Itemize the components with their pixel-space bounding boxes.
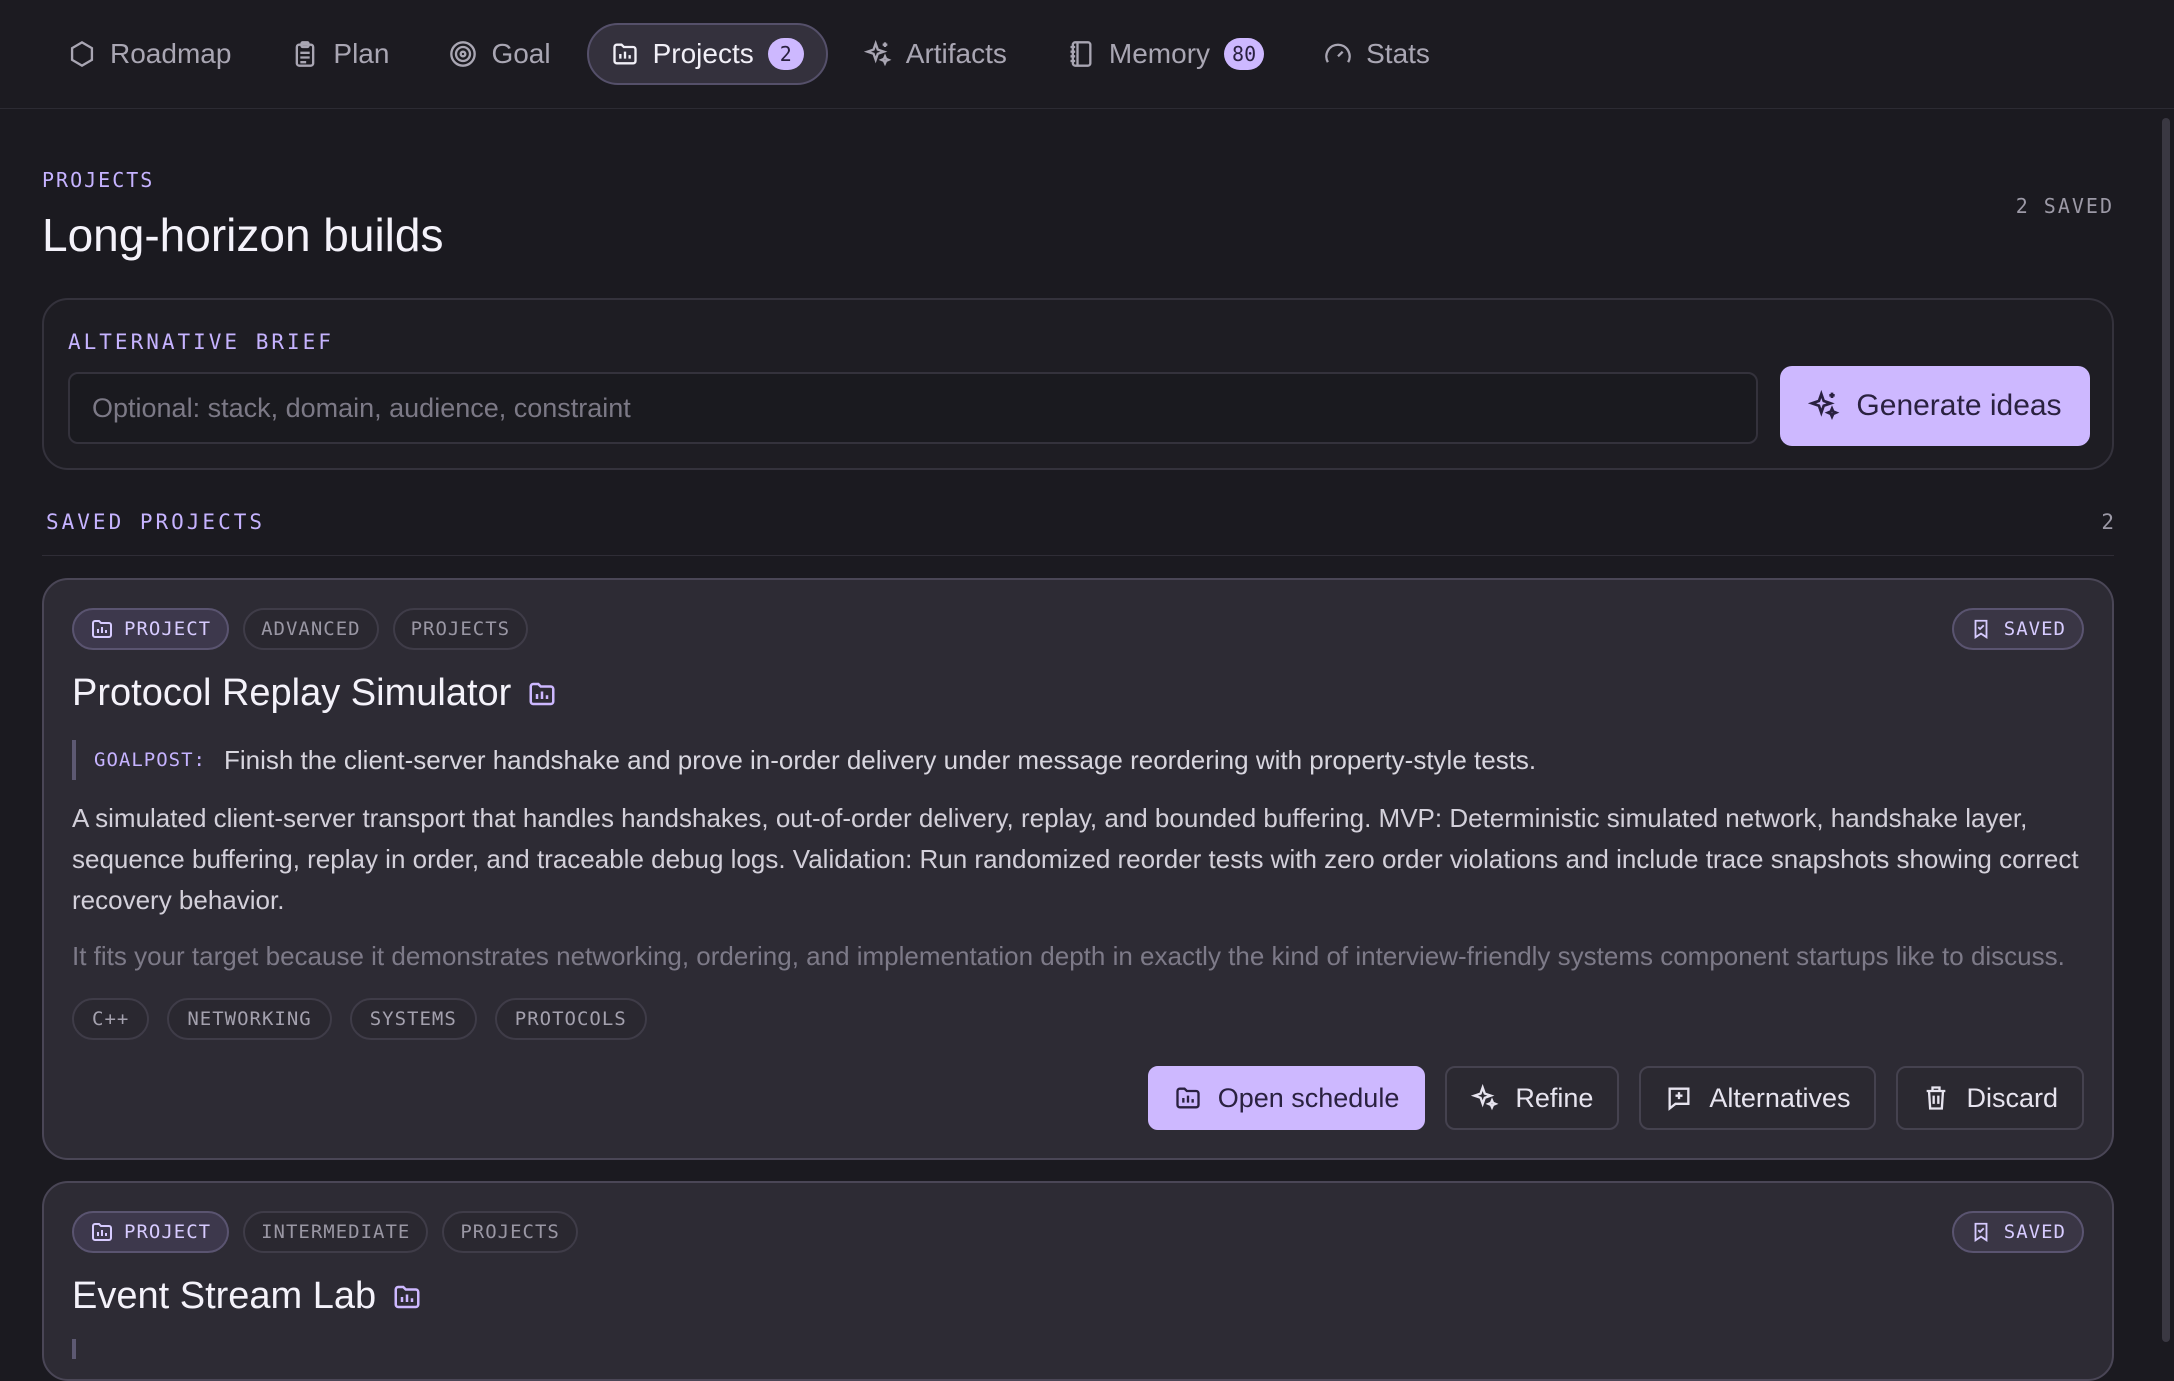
clipboard-icon <box>296 41 315 67</box>
refine-button[interactable]: Refine <box>1445 1066 1620 1130</box>
type-chip: PROJECT <box>72 608 230 650</box>
tag: C++ <box>72 998 150 1040</box>
tab-label: Artifacts <box>905 38 1007 69</box>
folder-icon <box>1176 1087 1200 1109</box>
saved-badge-label: SAVED <box>2003 618 2066 640</box>
type-chip-label: PROJECT <box>124 1221 212 1243</box>
project-actions: Open schedule Refine Alternatives Discar… <box>1147 1066 2084 1130</box>
type-chip-label: PROJECT <box>124 618 212 640</box>
project-title: Protocol Replay Simulator <box>72 672 557 715</box>
open-schedule-button[interactable]: Open schedule <box>1147 1066 1426 1130</box>
tab-plan[interactable]: Plan <box>267 23 413 85</box>
scrollbar-thumb[interactable] <box>2162 118 2170 1342</box>
project-chips: PROJECT ADVANCED PROJECTS <box>72 608 529 650</box>
generate-ideas-label: Generate ideas <box>1856 389 2062 422</box>
type-chip: PROJECT <box>72 1211 230 1253</box>
folder-icon <box>92 1223 112 1241</box>
message-plus-icon <box>1668 1087 1690 1111</box>
target-icon <box>450 41 477 67</box>
bookmark-check-icon <box>1974 1222 1988 1242</box>
goalpost-label: GOALPOST: <box>94 749 206 771</box>
notebook-icon <box>1070 41 1092 67</box>
hexagon-icon <box>70 40 94 68</box>
tab-goal[interactable]: Goal <box>425 23 574 85</box>
brief-input[interactable] <box>68 372 1758 444</box>
project-title-text: Event Stream Lab <box>72 1275 377 1317</box>
saved-badge-label: SAVED <box>2003 1221 2066 1243</box>
tab-label: Roadmap <box>110 38 232 69</box>
sparkles-icon <box>863 40 892 67</box>
tab-projects[interactable]: Projects 2 <box>586 23 828 85</box>
project-title-text: Protocol Replay Simulator <box>72 672 512 714</box>
goalpost <box>72 1339 94 1359</box>
tab-roadmap[interactable]: Roadmap <box>44 23 255 85</box>
tab-label: Stats <box>1366 38 1430 69</box>
project-chips: PROJECT INTERMEDIATE PROJECTS <box>72 1211 578 1253</box>
refine-label: Refine <box>1515 1082 1594 1113</box>
level-chip: INTERMEDIATE <box>243 1211 429 1253</box>
saved-count: 2 SAVED <box>2015 194 2114 218</box>
page-title: Long-horizon builds <box>42 209 444 261</box>
tab-label: Goal <box>491 38 551 69</box>
discard-button[interactable]: Discard <box>1896 1066 2084 1130</box>
project-fit-note: It fits your target because it demonstra… <box>72 941 2065 971</box>
project-description: A simulated client-server transport that… <box>72 803 2079 915</box>
divider <box>42 555 2114 556</box>
page-kicker: PROJECTS <box>42 168 155 192</box>
saved-badge[interactable]: SAVED <box>1951 608 2084 650</box>
folder-icon <box>394 1285 420 1308</box>
tag: PROTOCOLS <box>494 998 647 1040</box>
memory-count-badge: 80 <box>1224 38 1265 70</box>
alternative-brief-panel: ALTERNATIVE BRIEF Generate ideas <box>42 298 2114 470</box>
sparkles-icon <box>1471 1084 1499 1111</box>
tab-label: Projects <box>652 38 754 69</box>
projects-count-badge: 2 <box>767 38 804 70</box>
tag: SYSTEMS <box>349 998 477 1040</box>
goalpost: GOALPOST: Finish the client-server hands… <box>72 740 1536 780</box>
goalpost-text: Finish the client-server handshake and p… <box>223 744 1537 775</box>
tag: NETWORKING <box>167 998 332 1040</box>
discard-label: Discard <box>1966 1082 2058 1113</box>
gauge-icon <box>1325 43 1351 63</box>
category-chip: PROJECTS <box>442 1211 578 1253</box>
level-chip: ADVANCED <box>243 608 379 650</box>
open-schedule-label: Open schedule <box>1217 1082 1400 1113</box>
tab-stats[interactable]: Stats <box>1300 23 1454 85</box>
folder-icon <box>92 620 112 638</box>
alternatives-label: Alternatives <box>1709 1082 1851 1113</box>
project-card: PROJECT INTERMEDIATE PROJECTS SAVED Even… <box>42 1181 2114 1381</box>
folder-icon <box>612 43 637 65</box>
tab-label: Plan <box>333 38 390 69</box>
project-tags: C++ NETWORKING SYSTEMS PROTOCOLS <box>72 998 647 1040</box>
project-card: PROJECT ADVANCED PROJECTS SAVED Protocol… <box>42 578 2114 1160</box>
tab-memory[interactable]: Memory 80 <box>1043 23 1288 85</box>
folder-icon <box>529 682 555 705</box>
tab-artifacts[interactable]: Artifacts <box>840 23 1031 85</box>
trash-icon <box>1927 1086 1946 1110</box>
saved-projects-count: 2 <box>2101 510 2114 534</box>
saved-badge[interactable]: SAVED <box>1951 1211 2084 1253</box>
saved-projects-heading: SAVED PROJECTS <box>46 510 266 534</box>
top-nav: Roadmap Plan Goal Projects 2 Artifacts M… <box>0 0 2174 109</box>
project-title: Event Stream Lab <box>72 1275 422 1318</box>
tab-label: Memory <box>1108 38 1211 69</box>
generate-ideas-button[interactable]: Generate ideas <box>1780 366 2090 446</box>
sparkles-icon <box>1808 390 1840 421</box>
brief-label: ALTERNATIVE BRIEF <box>68 330 334 354</box>
bookmark-check-icon <box>1974 619 1988 639</box>
alternatives-button[interactable]: Alternatives <box>1639 1066 1877 1130</box>
category-chip: PROJECTS <box>392 608 529 650</box>
